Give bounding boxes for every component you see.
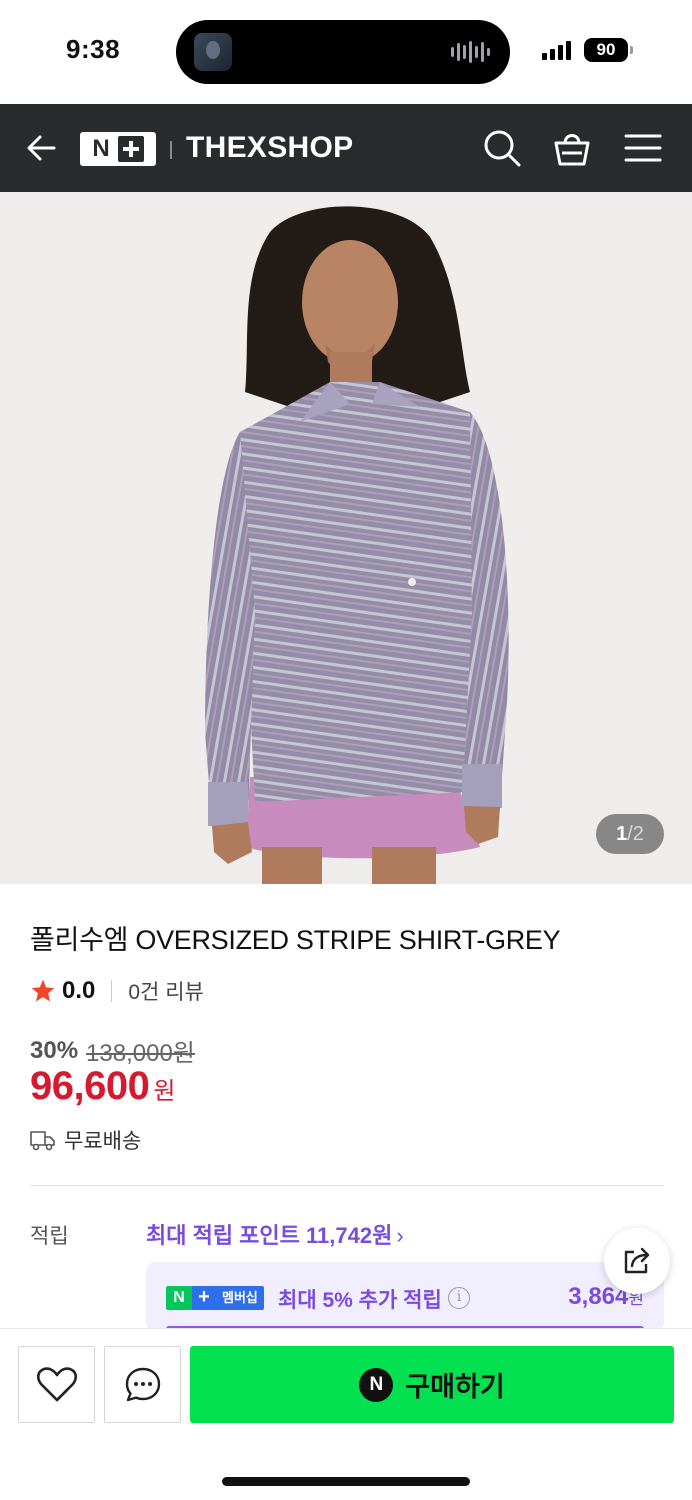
shipping-row: 무료배송 <box>30 1125 141 1155</box>
dynamic-island <box>176 20 510 84</box>
naver-plus-logo[interactable]: N <box>80 132 156 166</box>
image-counter-current: 1 <box>616 823 628 845</box>
rating-row[interactable]: 0.0 0건 리뷰 <box>30 976 204 1006</box>
membership-points-box: N + 멤버십 최대 5% 추가 적립 i 3,864원 <box>146 1262 664 1332</box>
product-title: 폴리수엠 OVERSIZED STRIPE SHIRT-GREY <box>30 925 561 955</box>
image-counter-total: 2 <box>632 823 644 845</box>
brand-divider <box>170 141 172 159</box>
image-counter: 1/2 <box>596 814 664 854</box>
review-count[interactable]: 0건 리뷰 <box>128 976 203 1006</box>
truck-icon <box>30 1131 55 1151</box>
info-icon[interactable]: i <box>448 1287 470 1309</box>
logo-n: N <box>92 135 110 162</box>
now-playing-artwork <box>194 33 232 71</box>
shop-name[interactable]: THEXSHOP <box>186 131 353 165</box>
cart-icon[interactable] <box>552 128 592 168</box>
max-points-text: 최대 적립 포인트 11,742원 <box>146 1223 393 1248</box>
membership-extra-points: 최대 5% 추가 적립 <box>278 1289 442 1312</box>
naver-pay-logo-icon: N <box>359 1367 394 1402</box>
status-time: 9:38 <box>66 34 121 64</box>
chat-icon <box>125 1367 160 1401</box>
naver-plus-membership-badge: N + 멤버십 <box>166 1286 264 1310</box>
price-row: 96,600 원 <box>30 1064 175 1109</box>
price-unit: 원 <box>153 1078 176 1105</box>
chevron-right-icon: › <box>396 1223 404 1248</box>
star-icon <box>31 979 55 1002</box>
original-price: 138,000원 <box>86 1040 195 1067</box>
app-header: N THEXSHOP <box>0 104 692 192</box>
discount-percent: 30% <box>30 1036 79 1064</box>
plus-icon <box>117 136 144 162</box>
badge-membership-text: 멤버십 <box>216 1286 264 1310</box>
shipping-text: 무료배송 <box>64 1130 142 1153</box>
search-icon[interactable] <box>482 128 522 168</box>
audio-wave-icon <box>451 40 490 64</box>
talk-talk-button[interactable] <box>104 1346 181 1423</box>
share-button[interactable] <box>604 1228 670 1294</box>
home-indicator[interactable] <box>222 1477 470 1486</box>
menu-icon[interactable] <box>624 132 662 164</box>
sale-price: 96,600 <box>30 1064 150 1108</box>
rating-value: 0.0 <box>62 977 96 1004</box>
battery-indicator: 90 <box>584 38 633 62</box>
badge-plus-icon: + <box>192 1286 216 1310</box>
max-points-link[interactable]: 최대 적립 포인트 11,742원 › <box>146 1218 404 1250</box>
wishlist-button[interactable] <box>18 1346 95 1423</box>
model-photo <box>205 206 509 884</box>
rating-divider <box>111 980 113 1002</box>
heart-icon <box>36 1366 77 1401</box>
points-label: 적립 <box>30 1225 69 1248</box>
badge-n-logo: N <box>166 1286 192 1310</box>
product-image[interactable]: 1/2 <box>0 192 692 884</box>
signal-icon <box>542 41 571 60</box>
buy-button[interactable]: N 구매하기 <box>190 1346 674 1423</box>
back-arrow-icon[interactable] <box>24 130 60 166</box>
bottom-action-bar: N 구매하기 <box>0 1328 692 1500</box>
buy-button-label: 구매하기 <box>405 1372 505 1402</box>
share-icon <box>624 1247 650 1274</box>
discount-row: 30% 138,000원 <box>30 1033 195 1068</box>
section-divider <box>30 1185 664 1186</box>
status-bar: 9:38 90 <box>0 0 692 104</box>
